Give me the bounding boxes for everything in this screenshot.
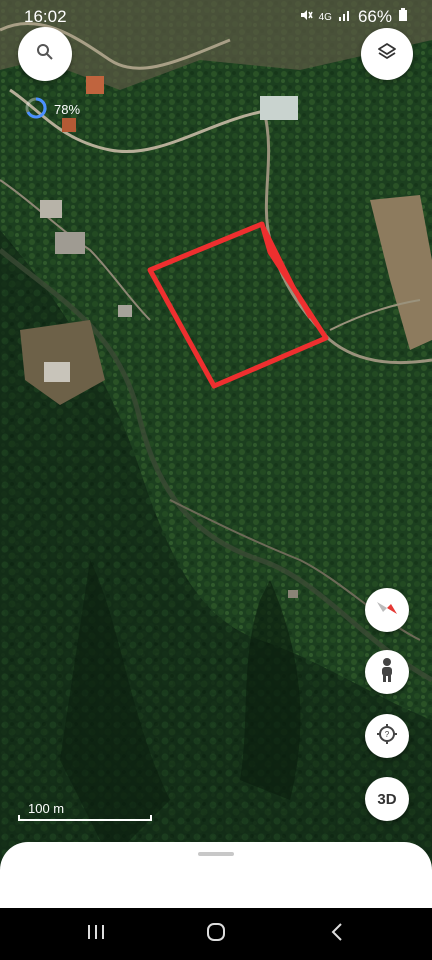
loading-percent: 78%	[54, 102, 81, 117]
status-icons: 4G 66%	[299, 7, 408, 27]
loading-indicator: 78%	[24, 96, 80, 123]
recent-apps-button[interactable]	[84, 922, 108, 946]
pegman-icon	[377, 657, 397, 688]
mute-icon	[299, 7, 313, 27]
home-button[interactable]	[204, 922, 228, 946]
my-location-button[interactable]: ?	[365, 714, 409, 758]
layers-button[interactable]	[361, 28, 413, 80]
status-bar: 16:02 4G 66%	[0, 0, 432, 34]
navigation-bar	[0, 908, 432, 960]
back-button[interactable]	[325, 922, 349, 946]
compass-icon	[373, 594, 401, 627]
three-d-label: 3D	[377, 790, 397, 808]
home-icon	[205, 921, 227, 948]
svg-text:?: ?	[385, 730, 390, 739]
battery-icon	[398, 7, 408, 27]
back-icon	[329, 922, 345, 947]
three-d-button[interactable]: 3D	[365, 777, 409, 821]
network-label: 4G	[318, 11, 332, 23]
signal-icon	[338, 7, 352, 27]
scale-label: 100 m	[28, 801, 65, 816]
status-time: 16:02	[24, 7, 67, 26]
crosshair-icon: ?	[375, 722, 399, 751]
scale-bar: 100 m	[18, 801, 152, 821]
loading-spinner-icon	[24, 96, 48, 123]
recent-apps-icon	[86, 923, 106, 946]
search-button[interactable]	[18, 27, 72, 81]
battery-label: 66%	[357, 7, 392, 26]
search-icon	[36, 43, 54, 66]
compass-button[interactable]	[365, 588, 409, 632]
layers-icon	[376, 41, 398, 68]
street-view-button[interactable]	[365, 650, 409, 694]
bottom-sheet[interactable]	[0, 842, 432, 908]
sheet-handle[interactable]	[198, 852, 234, 856]
